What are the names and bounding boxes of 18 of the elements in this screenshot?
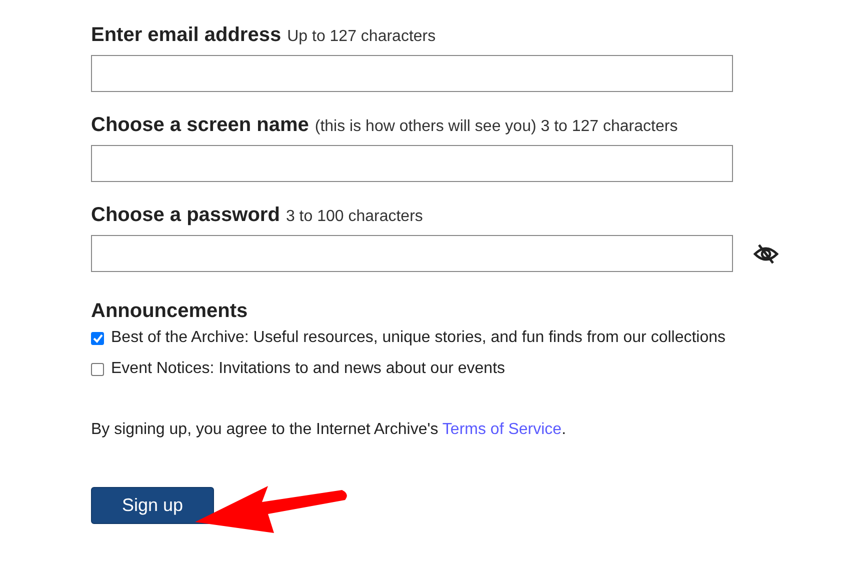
checkbox-label: Event Notices: Invitations to and news about our events [111,360,506,378]
eye-slash-icon[interactable] [753,242,779,264]
sign-up-button[interactable]: Sign up [91,487,214,524]
field-label: Choose a screen name [91,114,309,137]
field-label: Choose a password [91,204,280,227]
input-field[interactable] [91,235,733,272]
checkbox-label: Best of the Archive: Useful resources, unique stories, and fun finds from our collections [111,329,726,347]
input-field[interactable] [91,145,733,182]
section-heading: Announcements [91,300,249,323]
field-hint: 3 to 100 characters [286,208,423,226]
checkbox[interactable] [91,332,104,344]
terms-text: By signing up, you agree to the Internet Archive's Terms of Service. [91,421,568,439]
field-hint: (this is how others will see you) 3 to 127 characters [314,118,678,136]
input-field[interactable] [91,55,733,92]
field-label: Enter email address [91,24,282,47]
terms-link[interactable]: Terms of Service [442,421,562,438]
field-hint: Up to 127 characters [287,28,436,46]
checkbox[interactable] [91,362,104,376]
